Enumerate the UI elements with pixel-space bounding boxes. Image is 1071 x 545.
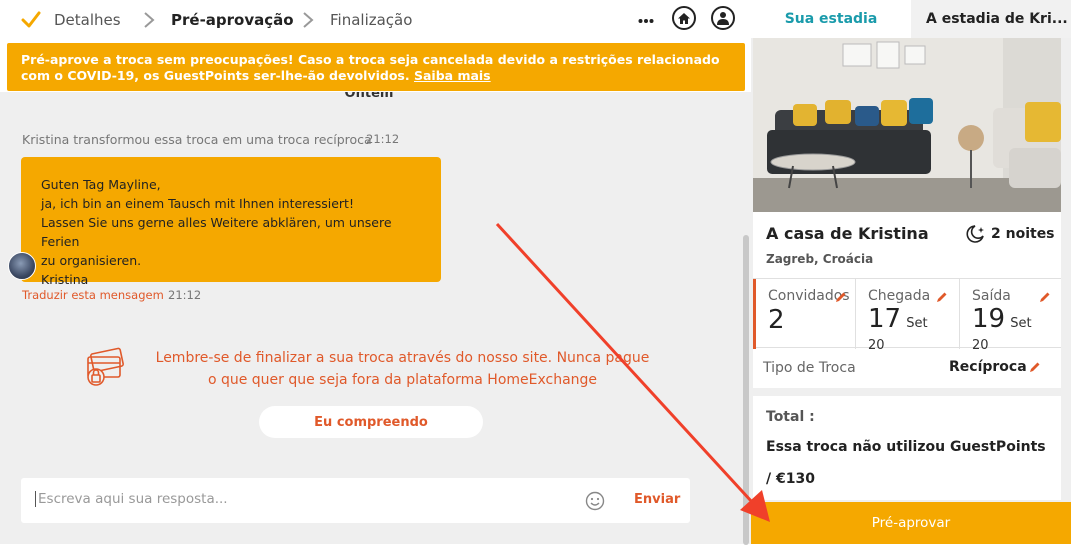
message-line: Kristina	[41, 272, 89, 287]
nights-count: 2 noites	[965, 224, 1055, 244]
day-separator: Ontem	[325, 92, 413, 104]
total-label: Total :	[766, 409, 815, 425]
learn-more-link[interactable]: Saiba mais	[414, 68, 491, 83]
covid-banner: Pré-aprove a troca sem preocupações! Cas…	[7, 43, 745, 91]
emoji-icon[interactable]	[585, 491, 605, 511]
moon-star-icon	[966, 225, 984, 243]
exchange-type-label: Tipo de Troca	[763, 360, 856, 376]
message-line: Guten Tag Mayline,	[41, 177, 161, 192]
tab-your-stay[interactable]: Sua estadia	[751, 0, 911, 38]
home-button[interactable]	[672, 6, 696, 30]
departure-day: 19	[972, 304, 1006, 334]
home-title: A casa de Kristina	[766, 224, 929, 243]
step-preapproval[interactable]: Pré-aprovação	[171, 11, 294, 29]
guests-field[interactable]: Convidados 2	[753, 279, 855, 349]
stay-panel: A casa de Kristina 2 noites Zagreb, Croá…	[751, 38, 1071, 544]
total-section: Total : Essa troca não utilizou GuestPoi…	[753, 396, 1061, 500]
guests-label: Convidados	[768, 288, 850, 304]
arrival-field[interactable]: Chegada 17 Set 20	[855, 279, 959, 353]
reply-input[interactable]	[35, 491, 565, 507]
reply-box: Enviar	[21, 478, 690, 523]
message-time: 21:12	[168, 288, 202, 302]
profile-button[interactable]	[711, 6, 735, 30]
exchange-type-value: Recíproca	[949, 359, 1027, 375]
system-message: Kristina transformou essa troca em uma t…	[22, 132, 372, 147]
message-line: ja, ich bin an einem Tausch mit Ihnen in…	[41, 196, 354, 211]
message-line: zu organisieren.	[41, 253, 142, 268]
stay-card: A casa de Kristina 2 noites Zagreb, Croá…	[753, 38, 1061, 388]
departure-field[interactable]: Saída 19 Set 20	[959, 279, 1061, 353]
understand-button[interactable]: Eu compreendo	[259, 406, 483, 438]
stay-tabs: Sua estadia A estadia de Kri...	[751, 0, 1071, 38]
departure-label: Saída	[972, 288, 1011, 304]
chat-area: Ontem Kristina transformou essa troca em…	[0, 92, 741, 462]
more-icon[interactable]	[638, 18, 654, 24]
banner-text: Pré-aprove a troca sem preocupações! Cas…	[21, 52, 720, 83]
guests-value: 2	[768, 305, 785, 335]
home-photo[interactable]	[753, 38, 1061, 212]
edit-icon[interactable]	[936, 291, 948, 303]
tab-kristina-stay[interactable]: A estadia de Kri...	[911, 0, 1071, 38]
chevron-right-icon	[303, 12, 314, 28]
total-text: Essa troca não utilizou GuestPoints / €1…	[766, 439, 1046, 487]
step-details[interactable]: Detalhes	[54, 11, 121, 29]
send-button[interactable]: Enviar	[634, 492, 680, 507]
chat-scrollbar[interactable]	[741, 92, 751, 545]
preapprove-button[interactable]: Pré-aprovar	[751, 502, 1071, 544]
message-line: Lassen Sie uns gerne alles Weitere abklä…	[41, 215, 392, 249]
chevron-right-icon	[144, 12, 155, 28]
edit-icon[interactable]	[1029, 361, 1041, 373]
payment-reminder: Lembre-se de finalizar a sua troca atrav…	[155, 350, 650, 388]
nights-label: 2 noites	[991, 226, 1055, 242]
progress-header: Detalhes Pré-aprovação Finalização	[0, 0, 751, 40]
home-icon	[678, 12, 690, 24]
user-icon	[717, 12, 729, 25]
stay-stats: Convidados 2 Chegada 17 Set 20 Saída 19 …	[753, 278, 1061, 353]
check-icon	[21, 11, 41, 28]
exchange-type-row[interactable]: Tipo de Troca Recíproca	[753, 348, 1061, 388]
translate-message-link[interactable]: Traduzir esta mensagem	[22, 288, 164, 302]
scrollbar-thumb[interactable]	[743, 235, 749, 545]
message-bubble: Guten Tag Mayline, ja, ich bin an einem …	[21, 157, 441, 287]
step-finalization[interactable]: Finalização	[330, 11, 412, 29]
arrival-day: 17	[868, 304, 902, 334]
system-message-time: 21:12	[366, 132, 400, 146]
composer: Enviar	[0, 462, 741, 544]
avatar[interactable]	[8, 252, 36, 280]
edit-icon[interactable]	[835, 291, 847, 303]
edit-icon[interactable]	[1039, 291, 1051, 303]
wallet-lock-icon	[87, 347, 124, 386]
home-location: Zagreb, Croácia	[766, 252, 874, 266]
